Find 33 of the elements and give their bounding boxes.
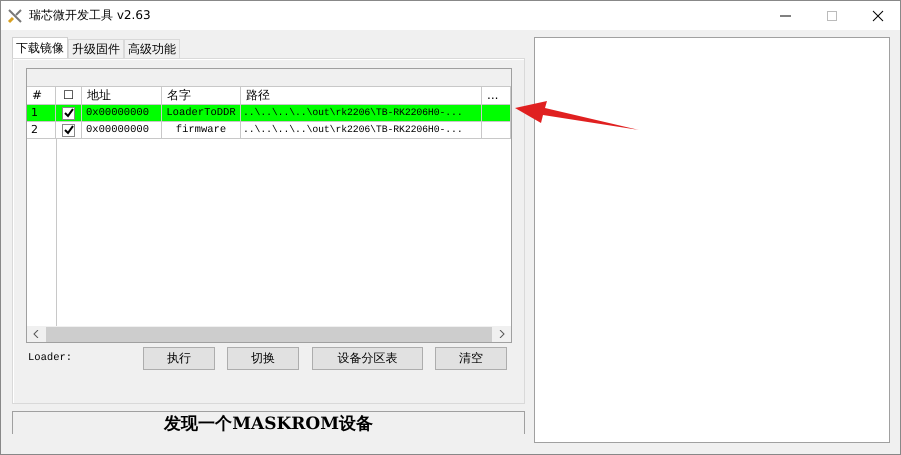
column-header[interactable]: ☐ bbox=[56, 87, 82, 104]
tab[interactable]: 高级功能 bbox=[124, 39, 180, 58]
table-row[interactable]: 2 0x00000000 firmware ..\..\..\..\out\rk2206\TB-RK2206H0-... bbox=[27, 122, 511, 139]
column-header[interactable]: # bbox=[27, 87, 56, 104]
scroll-left-icon[interactable] bbox=[32, 330, 40, 338]
scroll-right-icon[interactable] bbox=[498, 330, 506, 338]
table-cell: ..\..\..\..\out\rk2206\TB-RK2206H0-... bbox=[241, 122, 482, 139]
horizontal-scrollbar[interactable] bbox=[27, 326, 511, 342]
checkbox[interactable] bbox=[62, 124, 75, 136]
status-text: 发现一个MASKROM设备 bbox=[164, 412, 374, 434]
close-icon[interactable] bbox=[872, 10, 884, 22]
column-header[interactable]: 名字 bbox=[162, 87, 241, 104]
checkbox[interactable] bbox=[62, 106, 75, 120]
action-button[interactable]: 清空 bbox=[435, 346, 507, 370]
tab[interactable]: 升级固件 bbox=[68, 39, 124, 58]
row-number: 2 bbox=[27, 122, 56, 139]
table-cell: ..\..\..\..\out\rk2206\TB-RK2206H0-... bbox=[241, 105, 482, 122]
row-number: 1 bbox=[27, 105, 56, 122]
table-row[interactable]: 1 0x00000000 LoaderToDDR ..\..\..\..\out\rk2206\TB-RK2206H0-... bbox=[27, 105, 511, 122]
tab[interactable]: 下载镜像 bbox=[12, 37, 68, 58]
table-cell: 0x00000000 bbox=[82, 122, 162, 139]
table-cell: 0x00000000 bbox=[82, 105, 162, 122]
action-button[interactable]: 设备分区表 bbox=[312, 346, 423, 370]
loader-label: Loader: bbox=[27, 352, 74, 364]
action-button[interactable]: 执行 bbox=[143, 346, 215, 370]
table-cell: LoaderToDDR bbox=[162, 105, 241, 122]
window-title: 瑞芯微开发工具 v2.63 bbox=[29, 7, 151, 24]
action-button[interactable]: 切换 bbox=[227, 346, 299, 370]
column-header[interactable]: ... bbox=[482, 87, 511, 104]
column-header[interactable]: 地址 bbox=[82, 87, 162, 104]
tools-icon bbox=[7, 8, 23, 24]
column-header[interactable]: 路径 bbox=[241, 87, 482, 104]
table-cell: firmware bbox=[162, 122, 241, 139]
